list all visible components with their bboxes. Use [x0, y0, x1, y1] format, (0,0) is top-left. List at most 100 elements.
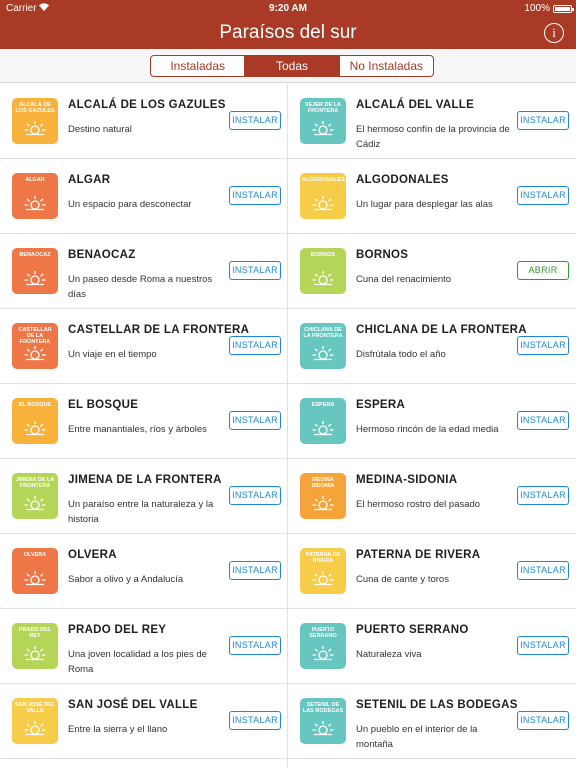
- app-logo: EL BOSQUE: [12, 398, 58, 444]
- install-button[interactable]: INSTALAR: [517, 486, 569, 505]
- app-description: Destino natural: [68, 124, 132, 135]
- app-description: Una joven localidad a los pies de Roma: [68, 649, 207, 675]
- app-logo: BORNOS: [300, 248, 346, 294]
- app-description: Un paraíso entre la naturaleza y la hist…: [68, 499, 214, 525]
- app-name: BENAOCAZ: [68, 249, 136, 261]
- list-item[interactable]: OLVERA OLVERA Sabor a olivo y a Andalucía I…: [0, 534, 288, 609]
- list-item[interactable]: CHICLANA DE LA FRONTERA CHICLANA DE LA FR…: [288, 309, 576, 384]
- app-description: Un viaje en el tiempo: [68, 349, 157, 360]
- list-item[interactable]: CASTELLAR DE LA FRONTERA CASTELLAR DE LA …: [0, 309, 288, 384]
- app-description: El hermoso rostro del pasado: [356, 499, 481, 510]
- open-button[interactable]: ABRIR: [517, 261, 569, 280]
- app-name: PATERNA DE RIVERA: [356, 549, 481, 561]
- app-name: BORNOS: [356, 249, 409, 261]
- list-item[interactable]: VEJER DE LA FRONTERA ALCALÁ DEL VALLE El h…: [288, 84, 576, 159]
- install-button[interactable]: INSTALAR: [517, 711, 569, 730]
- app-logo-label: PRADO DEL REY: [18, 627, 52, 639]
- app-logo-label: PUERTO SERRANO: [309, 627, 337, 639]
- list-item[interactable]: EL BOSQUE EL BOSQUE Entre manantiales, río…: [0, 384, 288, 459]
- app-logo-label: ALCALÁ DE LOS GAZULES: [15, 102, 55, 114]
- app-logo: MEDINA SIDONIA: [300, 473, 346, 519]
- app-logo: SAN JOSÉ DEL VALLE: [12, 698, 58, 744]
- app-name: ALGAR: [68, 174, 111, 186]
- install-button[interactable]: INSTALAR: [517, 336, 569, 355]
- list-row: ALCALÁ DE LOS GAZULES ALCALÁ DE LOS GAZUL…: [0, 84, 576, 159]
- app-name: PRADO DEL REY: [68, 624, 167, 636]
- install-button[interactable]: INSTALAR: [517, 186, 569, 205]
- app-name: ESPERA: [356, 399, 406, 411]
- install-button[interactable]: INSTALAR: [229, 261, 281, 280]
- list-row: SAN JOSÉ DEL VALLE SAN JOSÉ DEL VALLE Entr…: [0, 684, 576, 759]
- app-description: Disfrútala todo el año: [356, 349, 446, 360]
- app-logo: PUERTO SERRANO: [300, 623, 346, 669]
- list-row: OLVERA OLVERA Sabor a olivo y a Andalucía I…: [0, 534, 576, 609]
- list-item[interactable]: PRADO DEL REY PRADO DEL REY Una joven loca…: [0, 609, 288, 684]
- install-button[interactable]: INSTALAR: [517, 561, 569, 580]
- install-button[interactable]: INSTALAR: [229, 636, 281, 655]
- app-logo-label: CHICLANA DE LA FRONTERA: [303, 327, 343, 339]
- app-logo-label: ALGODONALES: [302, 177, 345, 183]
- app-logo: CASTELLAR DE LA FRONTERA: [12, 323, 58, 369]
- app-description: Cuna de cante y toros: [356, 574, 449, 585]
- install-button[interactable]: INSTALAR: [229, 186, 281, 205]
- install-button[interactable]: INSTALAR: [229, 561, 281, 580]
- install-button[interactable]: INSTALAR: [229, 486, 281, 505]
- app-logo: ALGAR: [12, 173, 58, 219]
- info-icon[interactable]: i: [544, 23, 564, 43]
- app-logo-label: CASTELLAR DE LA FRONTERA: [18, 327, 52, 345]
- list-item[interactable]: JIMENA DE LA FRONTERA JIMENA DE LA FRONTE…: [0, 459, 288, 534]
- app-name: SETENIL DE LAS BODEGAS: [356, 699, 518, 711]
- app-logo: ALCALÁ DE LOS GAZULES: [12, 98, 58, 144]
- install-button[interactable]: INSTALAR: [229, 411, 281, 430]
- app-name: ALCALÁ DE LOS GAZULES: [68, 99, 226, 111]
- app-description: Naturaleza viva: [356, 649, 422, 660]
- page-title: Paraísos del sur: [219, 22, 357, 43]
- app-description: Sabor a olivo y a Andalucía: [68, 574, 184, 585]
- app-description: Entre la sierra y el llano: [68, 724, 168, 735]
- list-item[interactable]: ALGAR ALGAR Un espacio para desconectar INS…: [0, 159, 288, 234]
- app-description: Un pueblo en el interior de la montaña: [356, 724, 478, 750]
- column-divider: [287, 84, 288, 768]
- filter-segmented-control: Instaladas Todas No Instaladas: [150, 55, 434, 77]
- app-logo-label: PATERNA DE RIVERA: [305, 552, 341, 564]
- segment-no-instaladas[interactable]: No Instaladas: [340, 56, 433, 76]
- list-item[interactable]: ALGODONALES ALGODONALES Un lugar para desp…: [288, 159, 576, 234]
- install-button[interactable]: INSTALAR: [229, 336, 281, 355]
- install-button[interactable]: INSTALAR: [517, 411, 569, 430]
- list-item[interactable]: SAN JOSÉ DEL VALLE SAN JOSÉ DEL VALLE Entr…: [0, 684, 288, 759]
- list-row: JIMENA DE LA FRONTERA JIMENA DE LA FRONTE…: [0, 459, 576, 534]
- app-name: CASTELLAR DE LA FRONTERA: [68, 324, 250, 336]
- install-button[interactable]: INSTALAR: [517, 111, 569, 130]
- install-button[interactable]: INSTALAR: [229, 711, 281, 730]
- list-item[interactable]: BENAOCAZ BENAOCAZ Un paseo desde Roma a nu…: [0, 234, 288, 309]
- status-time: 9:20 AM: [269, 3, 307, 14]
- app-list: ALCALÁ DE LOS GAZULES ALCALÁ DE LOS GAZUL…: [0, 84, 576, 759]
- segment-todas[interactable]: Todas: [245, 56, 340, 76]
- app-logo-label: JIMENA DE LA FRONTERA: [15, 477, 55, 489]
- app-description: Un espacio para desconectar: [68, 199, 192, 210]
- list-item[interactable]: PATERNA DE RIVERA PATERNA DE RIVERA Cuna d…: [288, 534, 576, 609]
- list-item[interactable]: PUERTO SERRANO PUERTO SERRANO Naturaleza v…: [288, 609, 576, 684]
- battery-percentage: 100%: [524, 3, 550, 14]
- app-logo-label: OLVERA: [23, 552, 47, 558]
- list-item[interactable]: MEDINA SIDONIA MEDINA-SIDONIA El hermoso r…: [288, 459, 576, 534]
- list-row: CASTELLAR DE LA FRONTERA CASTELLAR DE LA …: [0, 309, 576, 384]
- segment-instaladas[interactable]: Instaladas: [151, 56, 246, 76]
- list-item[interactable]: ALCALÁ DE LOS GAZULES ALCALÁ DE LOS GAZUL…: [0, 84, 288, 159]
- app-description: Un lugar para desplegar las alas: [356, 199, 493, 210]
- list-item[interactable]: BORNOS BORNOS Cuna del renacimiento ABRIR: [288, 234, 576, 309]
- app-logo: ALGODONALES: [300, 173, 346, 219]
- app-logo: CHICLANA DE LA FRONTERA: [300, 323, 346, 369]
- app-logo: JIMENA DE LA FRONTERA: [12, 473, 58, 519]
- app-logo: VEJER DE LA FRONTERA: [300, 98, 346, 144]
- list-item[interactable]: SETENIL DE LAS BODEGAS SETENIL DE LAS BOD…: [288, 684, 576, 759]
- list-row: EL BOSQUE EL BOSQUE Entre manantiales, río…: [0, 384, 576, 459]
- app-name: CHICLANA DE LA FRONTERA: [356, 324, 527, 336]
- app-description: Cuna del renacimiento: [356, 274, 452, 285]
- list-row: BENAOCAZ BENAOCAZ Un paseo desde Roma a nu…: [0, 234, 576, 309]
- install-button[interactable]: INSTALAR: [517, 636, 569, 655]
- install-button[interactable]: INSTALAR: [229, 111, 281, 130]
- list-item[interactable]: ESPERA ESPERA Hermoso rincón de la edad me…: [288, 384, 576, 459]
- app-logo: PRADO DEL REY: [12, 623, 58, 669]
- app-name: EL BOSQUE: [68, 399, 139, 411]
